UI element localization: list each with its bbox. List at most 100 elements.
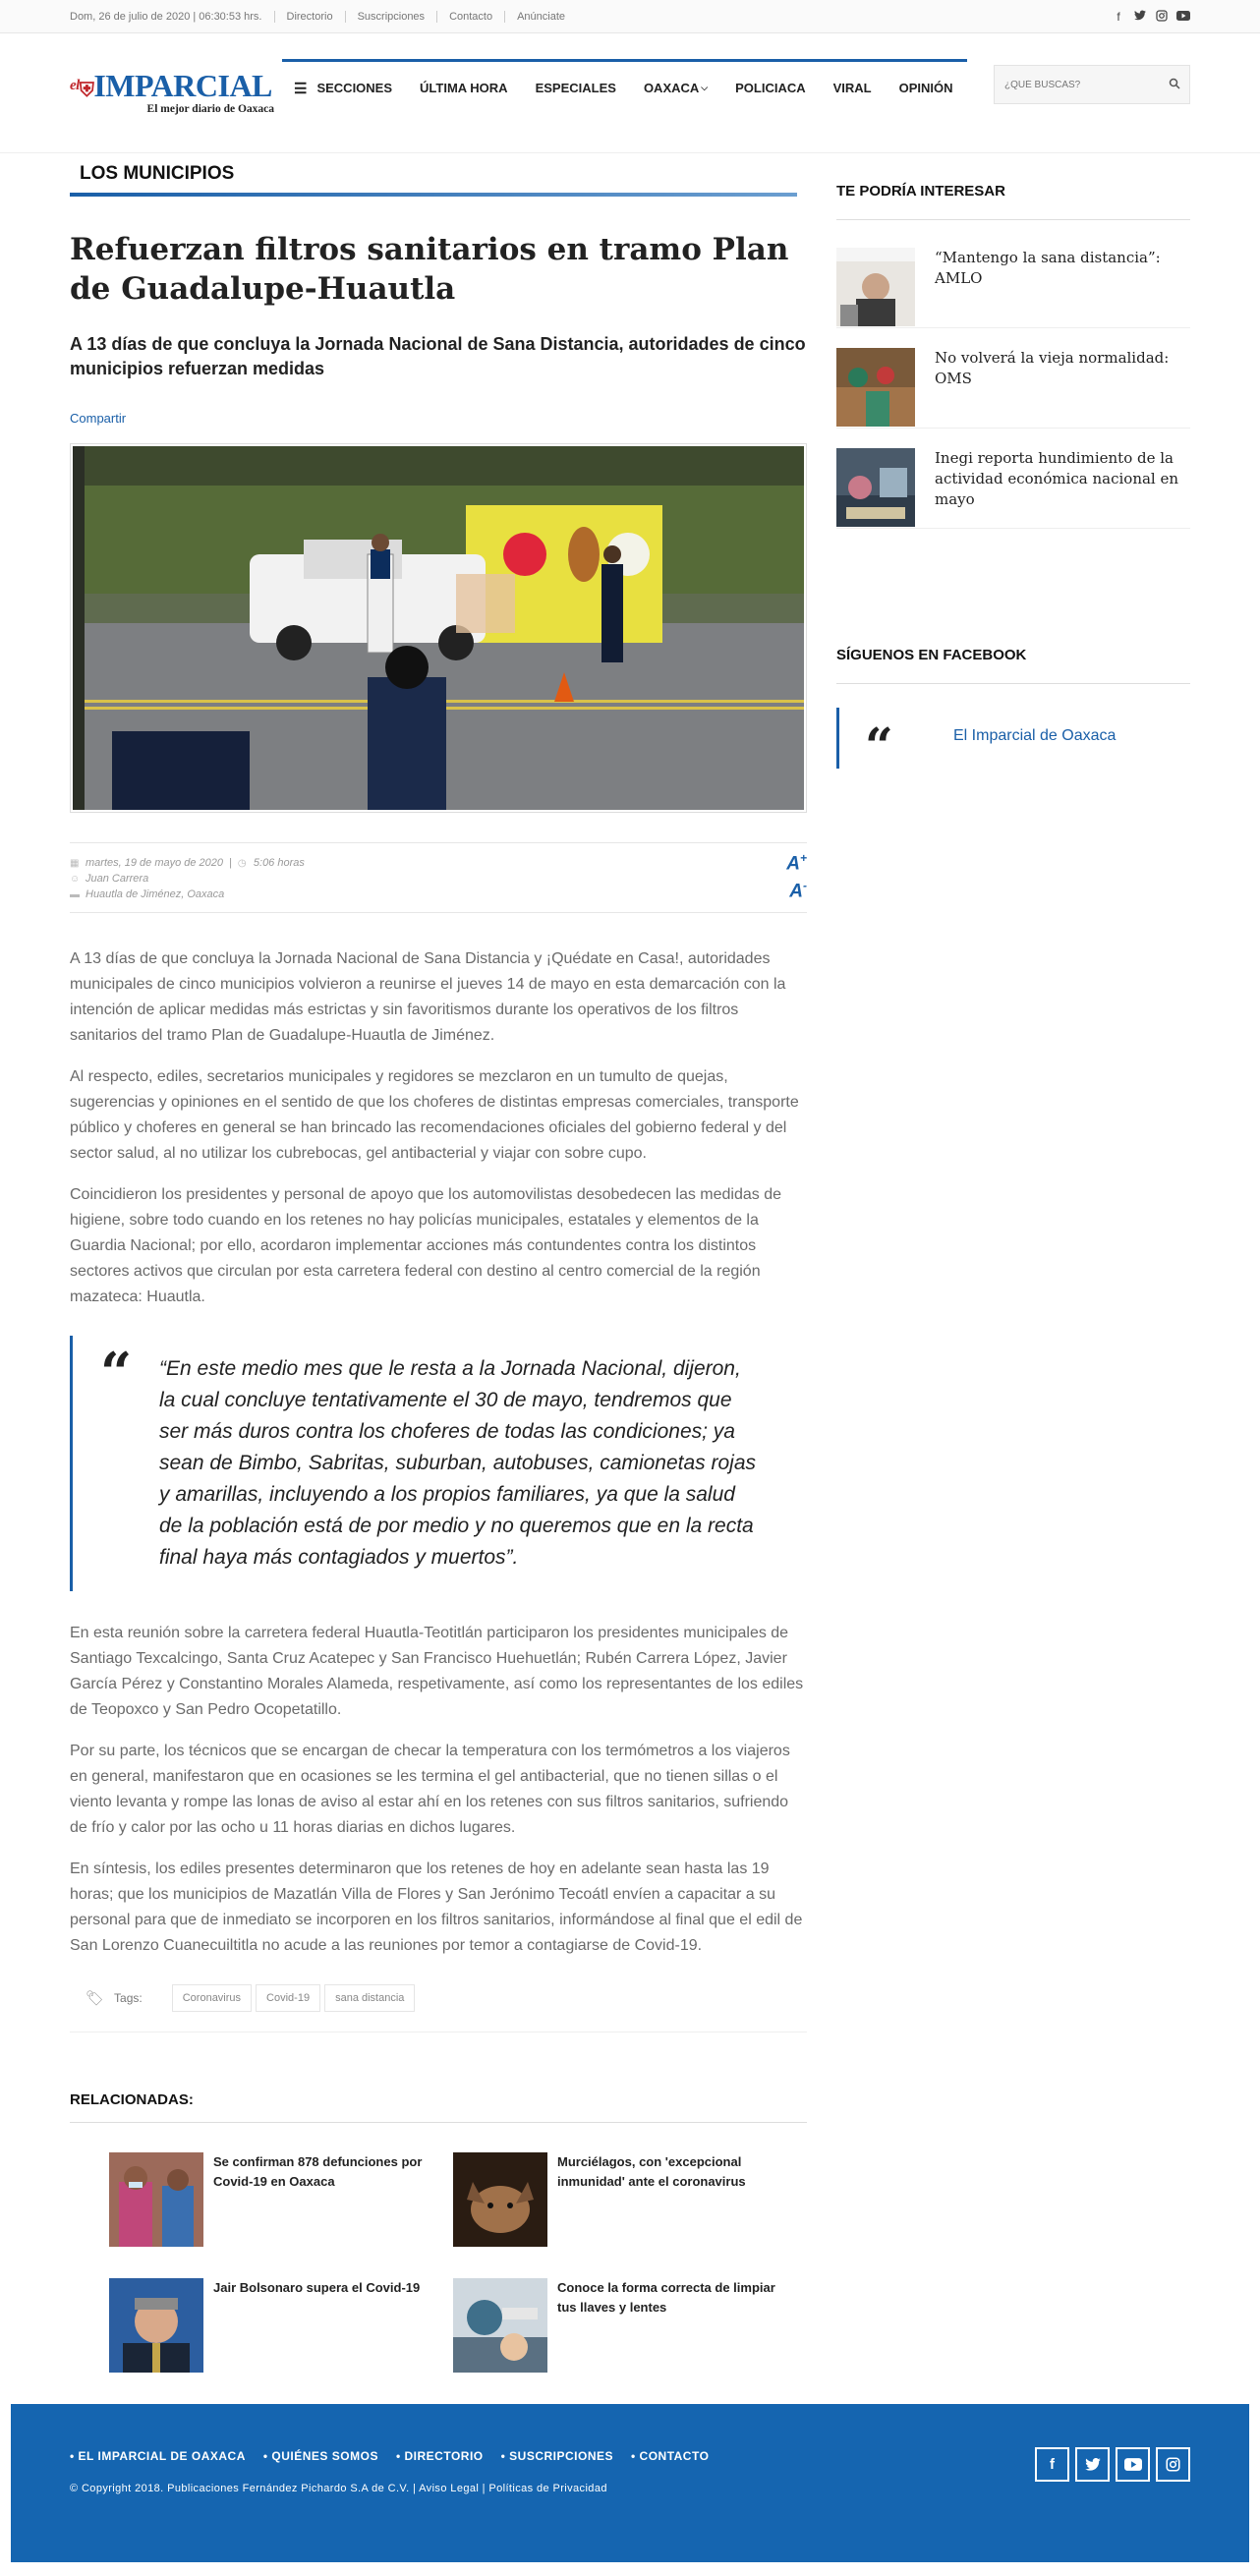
paragraph: Al respecto, ediles, secretarios municip… xyxy=(70,1068,799,1162)
logo-el: el xyxy=(70,78,80,93)
nav-policiaca[interactable]: POLICIACA xyxy=(721,59,820,114)
site-logo[interactable]: el⛨IMPARCIAL El mejor diario de Oaxaca xyxy=(70,59,274,115)
crest-icon: ⛨ xyxy=(79,80,94,101)
menu-icon[interactable]: ☰ xyxy=(294,80,307,97)
nav-opinion[interactable]: OPINIÓN xyxy=(885,59,967,114)
related-thumbnail[interactable] xyxy=(109,2152,203,2247)
copyright: © Copyright 2018. Publicaciones Fernánde… xyxy=(70,2483,607,2494)
search-input[interactable] xyxy=(995,66,1160,103)
article-photo xyxy=(70,443,807,813)
top-bar: Dom, 26 de julio de 2020 | 06:30:53 hrs.… xyxy=(0,0,1260,33)
article-location: Huautla de Jiménez, Oaxaca xyxy=(86,888,225,900)
related-item[interactable]: Jair Bolsonaro supera el Covid-19 xyxy=(109,2278,453,2373)
topbar-link-directorio[interactable]: Directorio xyxy=(275,11,346,23)
sidebar-headline[interactable]: Inegi reporta hundimiento de la activida… xyxy=(935,448,1190,518)
article-body: A 13 días de que concluya la Jornada Nac… xyxy=(70,946,807,1959)
article-subtitle: A 13 días de que concluya la Jornada Nac… xyxy=(70,334,806,378)
tag-covid-19[interactable]: Covid-19 xyxy=(256,1984,321,2012)
instagram-icon[interactable] xyxy=(1156,2447,1190,2482)
facebook-page-link[interactable]: El Imparcial de Oaxaca xyxy=(953,727,1116,745)
article-title: Refuerzan filtros sanitarios en tramo Pl… xyxy=(70,232,789,307)
paragraph: A 13 días de que concluya la Jornada Nac… xyxy=(70,950,786,1044)
topbar-link-contacto[interactable]: Contacto xyxy=(437,11,506,23)
instagram-icon[interactable] xyxy=(1155,9,1169,25)
tag-icon: 🏷 xyxy=(86,1990,105,2007)
paragraph: Por su parte, los técnicos que se encarg… xyxy=(70,1743,790,1836)
section-title[interactable]: LOS MUNICIPIOS xyxy=(70,153,797,197)
footer-link-contacto[interactable]: • CONTACTO xyxy=(631,2449,709,2463)
related-headline[interactable]: Conoce la forma correcta de limpiar tus … xyxy=(557,2278,783,2373)
sidebar-thumbnail[interactable] xyxy=(836,348,915,427)
sidebar-headline[interactable]: “Mantengo la sana distancia”: AMLO xyxy=(935,248,1190,317)
sidebar-thumbnail[interactable] xyxy=(836,248,915,326)
sidebar-interest-title: TE PODRÍA INTERESAR xyxy=(836,183,1190,220)
sidebar-headline[interactable]: No volverá la vieja normalidad: OMS xyxy=(935,348,1190,418)
sidebar-thumbnail[interactable] xyxy=(836,448,915,527)
site-footer: • EL IMPARCIAL DE OAXACA • QUIÉNES SOMOS… xyxy=(11,2404,1249,2562)
footer-link-imparcial[interactable]: • EL IMPARCIAL DE OAXACA xyxy=(70,2449,246,2463)
twitter-icon[interactable] xyxy=(1075,2447,1110,2482)
sidebar-item[interactable]: “Mantengo la sana distancia”: AMLO xyxy=(836,228,1190,328)
nav-especiales[interactable]: ESPECIALES xyxy=(521,59,630,114)
logo-name: IMPARCIAL xyxy=(93,68,272,103)
chevron-down-icon: ⌵ xyxy=(701,83,709,92)
tags-bar: 🏷 Tags: Coronavirus Covid-19 sana distan… xyxy=(70,1975,807,2032)
current-datetime: Dom, 26 de julio de 2020 | 06:30:53 hrs. xyxy=(70,11,275,23)
related-item[interactable]: Conoce la forma correcta de limpiar tus … xyxy=(453,2278,797,2373)
related-headline[interactable]: Jair Bolsonaro supera el Covid-19 xyxy=(213,2278,439,2373)
youtube-icon[interactable] xyxy=(1116,2447,1150,2482)
tags-label: Tags: xyxy=(114,1991,143,2005)
related-thumbnail[interactable] xyxy=(453,2152,547,2247)
related-item[interactable]: Murciélagos, con 'excepcional inmunidad'… xyxy=(453,2152,797,2247)
related-section: RELACIONADAS: Se confirman 878 defuncion… xyxy=(70,2091,807,2404)
font-up-label: A xyxy=(786,853,800,875)
site-header: el⛨IMPARCIAL El mejor diario de Oaxaca ☰… xyxy=(0,59,1260,153)
related-title: RELACIONADAS: xyxy=(70,2091,807,2123)
tag-sana-distancia[interactable]: sana distancia xyxy=(324,1984,416,2012)
calendar-icon: ▦ xyxy=(70,857,80,869)
related-item[interactable]: Se confirman 878 defunciones por Covid-1… xyxy=(109,2152,453,2247)
topbar-link-anunciate[interactable]: Anúnciate xyxy=(505,11,577,23)
footer-link-quienes-somos[interactable]: • QUIÉNES SOMOS xyxy=(263,2449,378,2463)
font-down-label: A xyxy=(789,881,803,902)
twitter-icon[interactable] xyxy=(1133,10,1147,24)
related-headline[interactable]: Murciélagos, con 'excepcional inmunidad'… xyxy=(557,2152,783,2247)
search-icon[interactable] xyxy=(1160,78,1189,92)
share-link[interactable]: Compartir xyxy=(70,411,807,426)
main-nav: ☰ SECCIONES ÚLTIMA HORA ESPECIALES OAXACA… xyxy=(282,59,967,114)
article-date: martes, 19 de mayo de 2020 xyxy=(86,857,224,869)
paragraph: En esta reunión sobre la carretera feder… xyxy=(70,1625,804,1718)
footer-link-suscripciones[interactable]: • SUSCRIPCIONES xyxy=(501,2449,613,2463)
nav-ultima-hora[interactable]: ÚLTIMA HORA xyxy=(406,59,522,114)
related-headline[interactable]: Se confirman 878 defunciones por Covid-1… xyxy=(213,2152,439,2247)
nav-viral[interactable]: VIRAL xyxy=(819,59,886,114)
nav-secciones[interactable]: ☰ SECCIONES xyxy=(282,59,407,114)
related-thumbnail[interactable] xyxy=(109,2278,203,2373)
nav-label: OAXACA xyxy=(643,81,700,95)
quote-text: “En este medio mes que le resta a la Jor… xyxy=(159,1357,757,1569)
footer-link-directorio[interactable]: • DIRECTORIO xyxy=(396,2449,484,2463)
topbar-link-suscripciones[interactable]: Suscripciones xyxy=(346,11,438,23)
facebook-widget: “ El Imparcial de Oaxaca xyxy=(836,708,1190,774)
search-box xyxy=(994,65,1190,104)
tag-coronavirus[interactable]: Coronavirus xyxy=(171,1984,253,2012)
nav-oaxaca[interactable]: OAXACA ⌵ xyxy=(629,59,722,114)
sidebar-facebook-title: SÍGUENOS EN FACEBOOK xyxy=(836,647,1190,684)
article-author: Juan Carrera xyxy=(86,873,149,885)
font-decrease-button[interactable]: A- xyxy=(786,875,807,902)
paragraph: En síntesis, los ediles presentes determ… xyxy=(70,1860,803,1954)
sidebar-item[interactable]: Inegi reporta hundimiento de la activida… xyxy=(836,429,1190,529)
sidebar-item[interactable]: No volverá la vieja normalidad: OMS xyxy=(836,328,1190,429)
user-icon: ☺ xyxy=(70,873,81,885)
font-increase-button[interactable]: A+ xyxy=(786,847,807,875)
article-column: LOS MUNICIPIOS Refuerzan filtros sanitar… xyxy=(70,153,807,2404)
facebook-icon[interactable]: f xyxy=(1035,2447,1069,2482)
quote-icon: “ xyxy=(865,716,893,774)
youtube-icon[interactable] xyxy=(1176,10,1190,24)
related-thumbnail[interactable] xyxy=(453,2278,547,2373)
nav-label: SECCIONES xyxy=(316,81,393,95)
page-bottom-spacer xyxy=(0,2562,1260,2576)
pull-quote: “ “En este medio mes que le resta a la J… xyxy=(70,1336,807,1591)
facebook-icon[interactable]: f xyxy=(1112,10,1125,24)
paragraph: Coincidieron los presidentes y personal … xyxy=(70,1186,781,1305)
